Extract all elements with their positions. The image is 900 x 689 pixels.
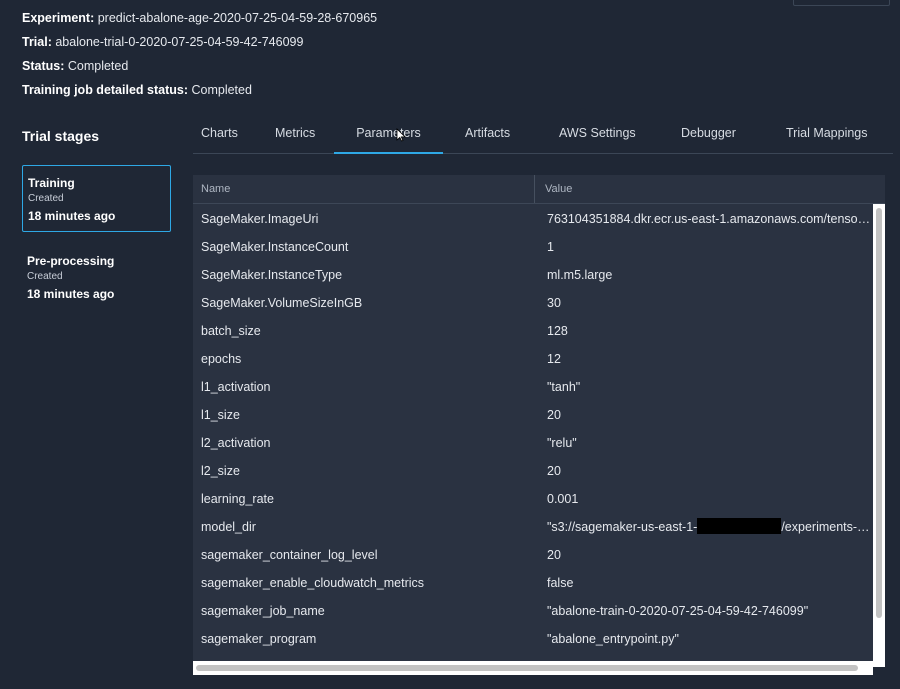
stage-pre-processing[interactable]: Pre-processing Created 18 minutes ago [22, 244, 169, 309]
table-row[interactable]: learning_rate 0.001 [193, 485, 885, 513]
param-value: 128 [547, 324, 568, 338]
param-name: SageMaker.ImageUri [201, 212, 319, 226]
table-row[interactable]: l1_activation "tanh" [193, 373, 885, 401]
experiment-label: Experiment: [22, 11, 95, 25]
param-name: epochs [201, 352, 242, 366]
table-row[interactable]: SageMaker.InstanceCount 1 [193, 233, 885, 261]
training-status-value: Completed [191, 83, 252, 97]
stage-training[interactable]: Training Created 18 minutes ago [22, 165, 171, 232]
param-name: l2_activation [201, 436, 271, 450]
table-row[interactable]: batch_size 128 [193, 317, 885, 345]
top-right-control[interactable] [793, 0, 890, 6]
table-body: SageMaker.ImageUri 763104351884.dkr.ecr.… [193, 205, 885, 653]
redaction-box [697, 518, 782, 535]
param-name: SageMaker.InstanceCount [201, 240, 349, 254]
param-value: 763104351884.dkr.ecr.us-east-1.amazonaws… [547, 212, 873, 226]
param-value: "relu" [547, 436, 577, 450]
stage-time: 18 minutes ago [27, 287, 115, 301]
param-name: sagemaker_enable_cloudwatch_metrics [201, 576, 425, 590]
status-label: Status: [22, 59, 65, 73]
param-name: model_dir [201, 520, 256, 534]
table-row[interactable]: model_dir "s3://sagemaker-us-east-1- /exp… [193, 513, 885, 541]
table-header: Name Value [193, 175, 885, 204]
param-name: l1_size [201, 408, 240, 422]
trial-summary: Experiment: predict-abalone-age-2020-07-… [22, 6, 377, 102]
vertical-scrollbar-thumb[interactable] [876, 208, 882, 618]
table-row[interactable]: l2_size 20 [193, 457, 885, 485]
param-name: l2_size [201, 464, 240, 478]
tab-charts[interactable]: Charts [201, 117, 238, 153]
trial-stages-title: Trial stages [22, 128, 100, 144]
param-value: "abalone-train-0-2020-07-25-04-59-42-746… [547, 604, 809, 618]
stage-time: 18 minutes ago [28, 209, 116, 223]
mouse-pointer-icon [396, 128, 406, 142]
table-row[interactable]: l1_size 20 [193, 401, 885, 429]
table-row[interactable]: sagemaker_job_name "abalone-train-0-2020… [193, 597, 885, 625]
table-row[interactable]: sagemaker_container_log_level 20 [193, 541, 885, 569]
column-header-name[interactable]: Name [193, 175, 230, 203]
trial-details-page: Experiment: predict-abalone-age-2020-07-… [0, 0, 900, 689]
param-value: "abalone_entrypoint.py" [547, 632, 679, 646]
trial-tabs: Charts Metrics Parameters Artifacts AWS … [193, 117, 893, 154]
experiment-value: predict-abalone-age-2020-07-25-04-59-28-… [97, 11, 378, 25]
param-name: batch_size [201, 324, 261, 338]
param-value: 20 [547, 464, 561, 478]
tab-aws-settings[interactable]: AWS Settings [559, 117, 636, 153]
value-suffix: /experiments-… [781, 520, 870, 534]
stage-created-label: Created [27, 271, 63, 282]
tab-artifacts[interactable]: Artifacts [465, 117, 510, 153]
experiment-row: Experiment: predict-abalone-age-2020-07-… [22, 6, 377, 30]
table-row[interactable]: l2_activation "relu" [193, 429, 885, 457]
stage-name: Training [28, 176, 75, 190]
tab-parameters[interactable]: Parameters [334, 117, 443, 154]
column-header-value[interactable]: Value [537, 175, 572, 203]
column-resize-handle[interactable] [534, 175, 535, 203]
param-value: ml.m5.large [547, 268, 613, 282]
param-value: false [547, 576, 574, 590]
table-row[interactable]: SageMaker.InstanceType ml.m5.large [193, 261, 885, 289]
param-value: 30 [547, 296, 561, 310]
value-prefix: "s3://sagemaker-us-east-1- [547, 520, 698, 534]
table-row[interactable]: sagemaker_enable_cloudwatch_metrics fals… [193, 569, 885, 597]
table-row[interactable]: SageMaker.VolumeSizeInGB 30 [193, 289, 885, 317]
param-name: SageMaker.VolumeSizeInGB [201, 296, 363, 310]
param-value: 20 [547, 548, 561, 562]
tab-trial-mappings[interactable]: Trial Mappings [786, 117, 868, 153]
param-value: 12 [547, 352, 561, 366]
table-row[interactable]: SageMaker.ImageUri 763104351884.dkr.ecr.… [193, 205, 885, 233]
param-name: learning_rate [201, 492, 274, 506]
param-name: l1_activation [201, 380, 271, 394]
training-status-label: Training job detailed status: [22, 83, 188, 97]
param-value: 20 [547, 408, 561, 422]
table-row[interactable]: sagemaker_program "abalone_entrypoint.py… [193, 625, 885, 653]
parameters-table: Name Value SageMaker.ImageUri 7631043518… [193, 175, 885, 667]
stage-created-label: Created [28, 193, 64, 204]
horizontal-scrollbar-thumb[interactable] [196, 665, 858, 671]
table-row[interactable]: epochs 12 [193, 345, 885, 373]
tab-metrics[interactable]: Metrics [275, 117, 315, 153]
param-value: 1 [547, 240, 554, 254]
trial-row: Trial: abalone-trial-0-2020-07-25-04-59-… [22, 30, 377, 54]
param-name: sagemaker_program [201, 632, 317, 646]
trial-value: abalone-trial-0-2020-07-25-04-59-42-7460… [55, 35, 304, 49]
stage-name: Pre-processing [27, 254, 115, 268]
param-value-redacted: "s3://sagemaker-us-east-1- /experiments-… [547, 513, 873, 541]
param-value: "tanh" [547, 380, 581, 394]
tab-debugger[interactable]: Debugger [681, 117, 736, 153]
param-name: sagemaker_container_log_level [201, 548, 378, 562]
status-row: Status: Completed [22, 54, 377, 78]
status-value: Completed [67, 59, 129, 73]
param-name: SageMaker.InstanceType [201, 268, 343, 282]
trial-label: Trial: [22, 35, 52, 49]
param-name: sagemaker_job_name [201, 604, 325, 618]
training-status-row: Training job detailed status: Completed [22, 78, 377, 102]
param-value: 0.001 [547, 492, 579, 506]
